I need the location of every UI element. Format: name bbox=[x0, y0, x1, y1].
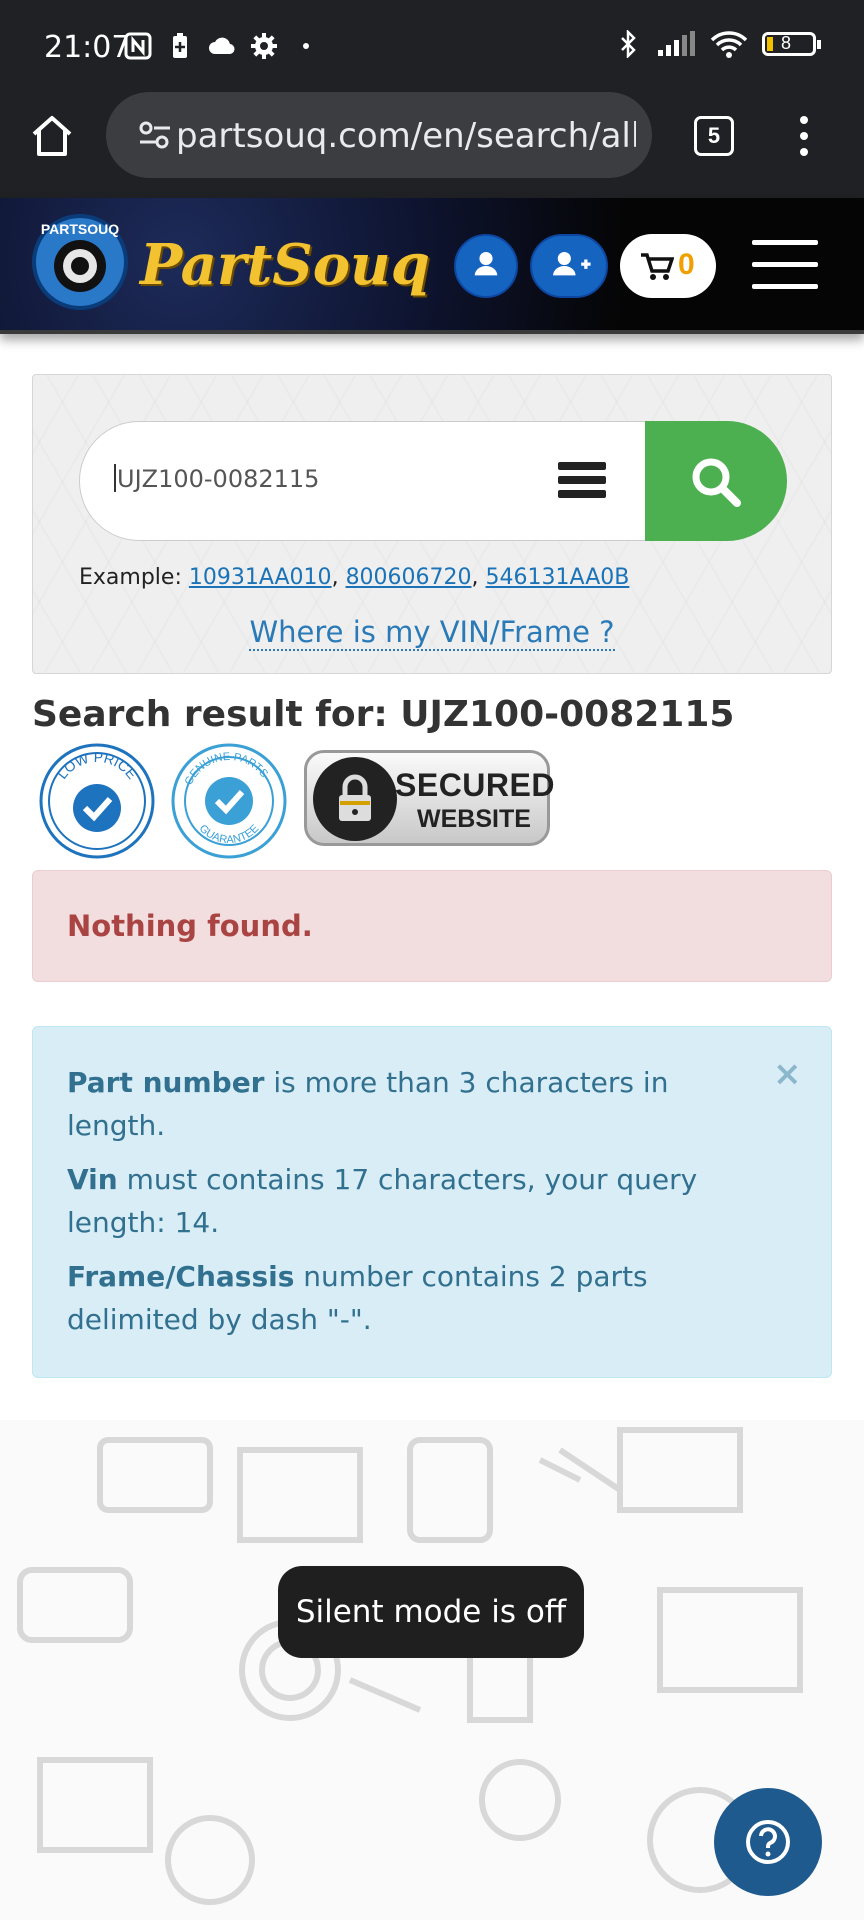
wifi-icon bbox=[710, 31, 748, 58]
low-price-badge-icon: LOW PRICE bbox=[39, 743, 155, 859]
search-result-title: Search result for: UJZ100-0082115 bbox=[32, 694, 735, 735]
battery-icon: 8 bbox=[762, 32, 821, 56]
close-icon[interactable]: × bbox=[773, 1053, 802, 1096]
search-options-icon[interactable] bbox=[558, 462, 606, 502]
search-input[interactable]: UJZ100-0082115 bbox=[79, 421, 649, 541]
help-button[interactable] bbox=[714, 1788, 822, 1896]
example-link-3[interactable]: 546131AA0B bbox=[486, 565, 630, 590]
cart-button[interactable]: 0 bbox=[620, 234, 716, 298]
home-icon[interactable] bbox=[28, 112, 76, 160]
register-button[interactable] bbox=[530, 234, 608, 298]
clock: 21:07 bbox=[44, 30, 131, 65]
hint-frame-chassis: Frame/Chassis number contains 2 parts de… bbox=[67, 1260, 648, 1336]
cloud-icon bbox=[209, 37, 235, 55]
svg-text:PARTSOUQ: PARTSOUQ bbox=[41, 221, 119, 237]
nothing-found-alert: Nothing found. bbox=[32, 870, 832, 982]
tab-switcher-button[interactable]: 5 bbox=[694, 116, 734, 156]
example-link-1[interactable]: 10931AA010 bbox=[189, 565, 332, 590]
add-user-icon bbox=[553, 251, 591, 276]
login-button[interactable] bbox=[454, 234, 518, 298]
partsouq-logo-icon[interactable]: PARTSOUQ bbox=[32, 210, 128, 314]
nfc-icon bbox=[124, 32, 152, 60]
toast-message: Silent mode is off bbox=[278, 1566, 584, 1658]
settings-gear-icon bbox=[251, 33, 277, 59]
cart-icon bbox=[641, 253, 674, 280]
nothing-found-text: Nothing found. bbox=[67, 909, 313, 943]
example-link-2[interactable]: 800606720 bbox=[346, 565, 472, 590]
search-hint-alert: × Part number is more than 3 characters … bbox=[32, 1026, 832, 1378]
site-settings-icon[interactable] bbox=[138, 120, 172, 150]
search-icon bbox=[692, 458, 741, 507]
signal-icon bbox=[658, 31, 695, 56]
lock-icon bbox=[313, 757, 397, 841]
cart-count: 0 bbox=[678, 248, 695, 281]
hint-vin: Vin must contains 17 characters, your qu… bbox=[67, 1163, 698, 1239]
bluetooth-icon bbox=[621, 30, 636, 58]
secured-website-badge: SECURED WEBSITE bbox=[304, 750, 554, 846]
address-bar[interactable]: partsouq.com/en/search/all? bbox=[106, 92, 652, 178]
search-panel: UJZ100-0082115 Example: 10931AA010, 8006… bbox=[32, 374, 832, 674]
search-examples: Example: 10931AA010, 800606720, 546131AA… bbox=[79, 565, 630, 590]
hint-part-number: Part number is more than 3 characters in… bbox=[67, 1066, 669, 1142]
search-value: UJZ100-0082115 bbox=[117, 465, 320, 493]
more-options-icon[interactable] bbox=[792, 114, 816, 158]
question-icon bbox=[746, 1820, 790, 1864]
dot-icon bbox=[303, 43, 309, 49]
battery-level: 8 bbox=[781, 33, 792, 53]
search-button[interactable] bbox=[645, 421, 787, 541]
user-icon bbox=[474, 251, 498, 276]
vin-frame-help-link[interactable]: Where is my VIN/Frame ? bbox=[249, 615, 615, 651]
battery-saver-icon bbox=[173, 33, 187, 58]
browser-toolbar: partsouq.com/en/search/all? 5 bbox=[0, 92, 864, 198]
site-header: PARTSOUQ PartSouq 0 bbox=[0, 198, 864, 334]
site-logo-text[interactable]: PartSouq bbox=[140, 232, 430, 298]
url-text: partsouq.com/en/search/all? bbox=[176, 116, 636, 156]
status-bar: 21:07 8 bbox=[0, 0, 864, 92]
site-menu-button[interactable] bbox=[752, 240, 818, 292]
genuine-parts-badge-icon: GENUINE PARTS GUARANTEE bbox=[171, 743, 287, 859]
